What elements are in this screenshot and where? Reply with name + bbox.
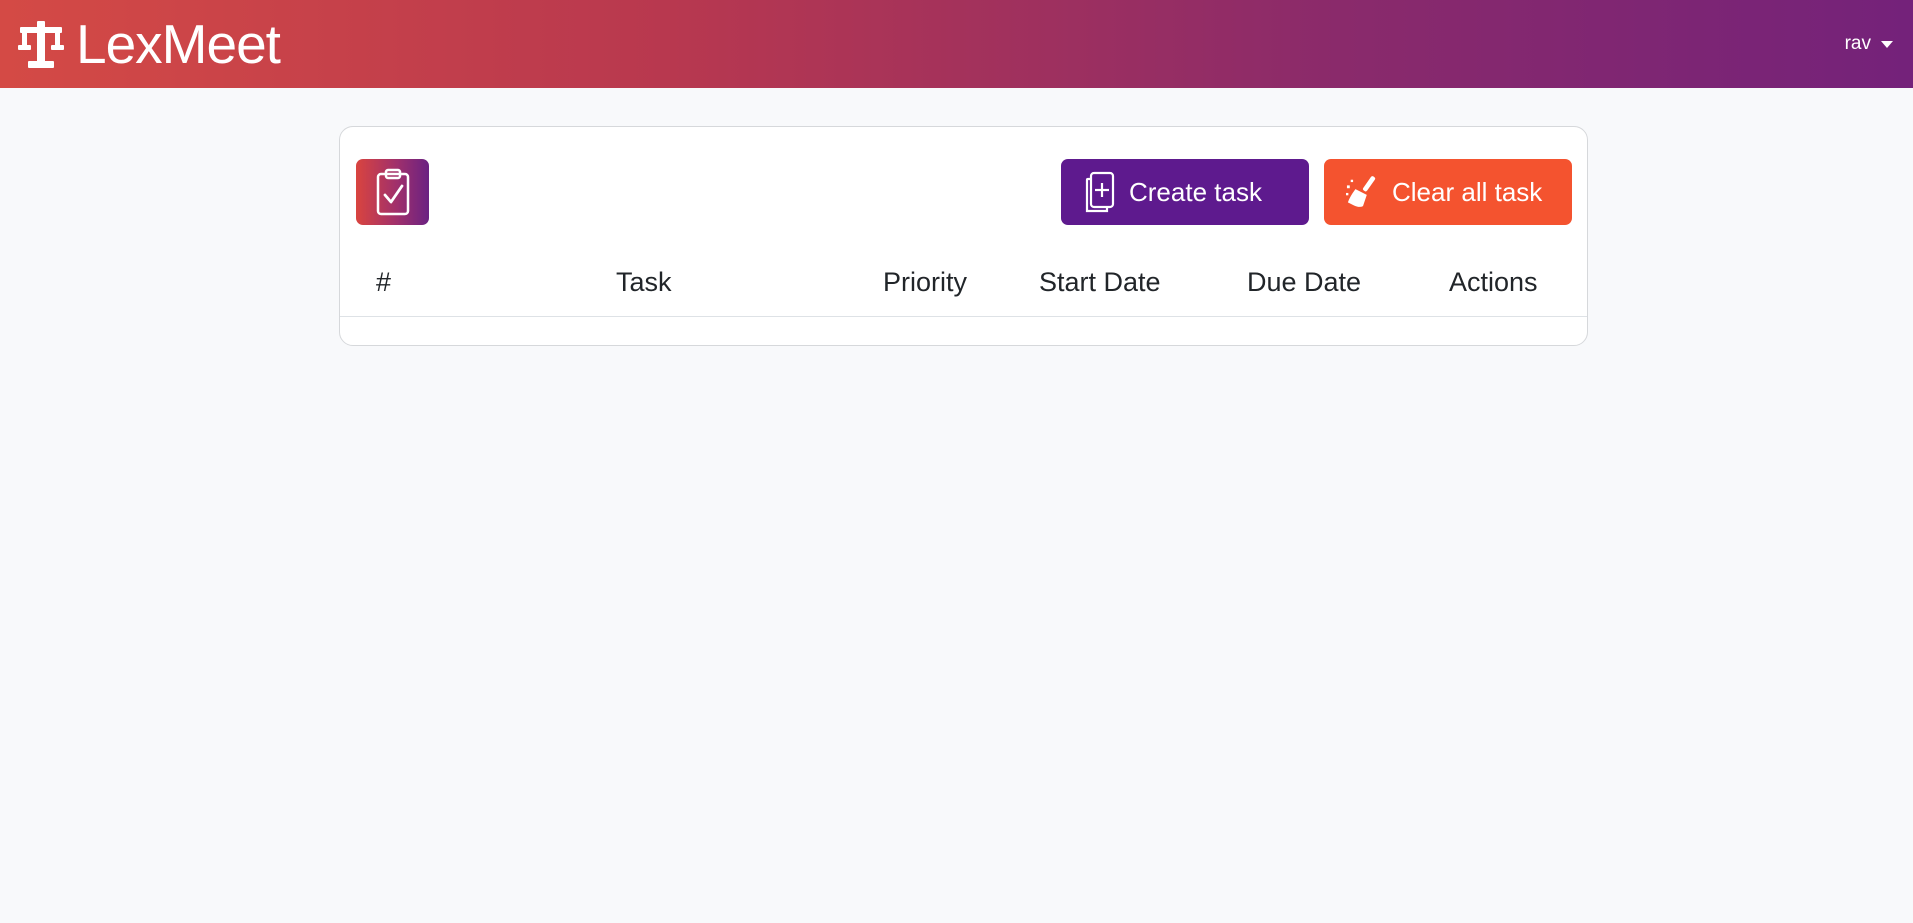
brand-name: LexMeet — [76, 12, 281, 75]
action-buttons: Create task Clear all task — [1061, 159, 1572, 225]
scales-icon — [18, 19, 64, 69]
user-name: rav — [1844, 33, 1871, 54]
column-header-task: Task — [616, 267, 672, 297]
create-task-button[interactable]: Create task — [1061, 159, 1309, 225]
create-task-label: Create task — [1129, 176, 1262, 207]
top-navbar: LexMeet rav — [0, 0, 1913, 88]
document-plus-icon — [1083, 171, 1117, 213]
clear-all-tasks-button[interactable]: Clear all task — [1324, 159, 1572, 225]
tasks-card: Create task Clear all task # Task Priori… — [339, 126, 1588, 346]
tasks-table-header: # Task Priority Start Date Due Date Acti… — [340, 257, 1587, 317]
column-header-priority: Priority — [883, 267, 968, 297]
brand-link[interactable]: LexMeet — [18, 12, 281, 75]
clipboard-check-icon — [356, 159, 429, 225]
column-header-number: # — [376, 267, 392, 297]
user-dropdown[interactable]: rav — [1845, 33, 1893, 55]
column-header-actions: Actions — [1449, 267, 1538, 297]
column-header-start-date: Start Date — [1039, 267, 1161, 297]
clear-all-tasks-label: Clear all task — [1392, 176, 1543, 207]
broom-icon — [1346, 172, 1380, 212]
column-header-due-date: Due Date — [1247, 267, 1362, 297]
caret-down-icon — [1881, 40, 1893, 48]
card-toolbar: Create task Clear all task — [356, 159, 1572, 225]
